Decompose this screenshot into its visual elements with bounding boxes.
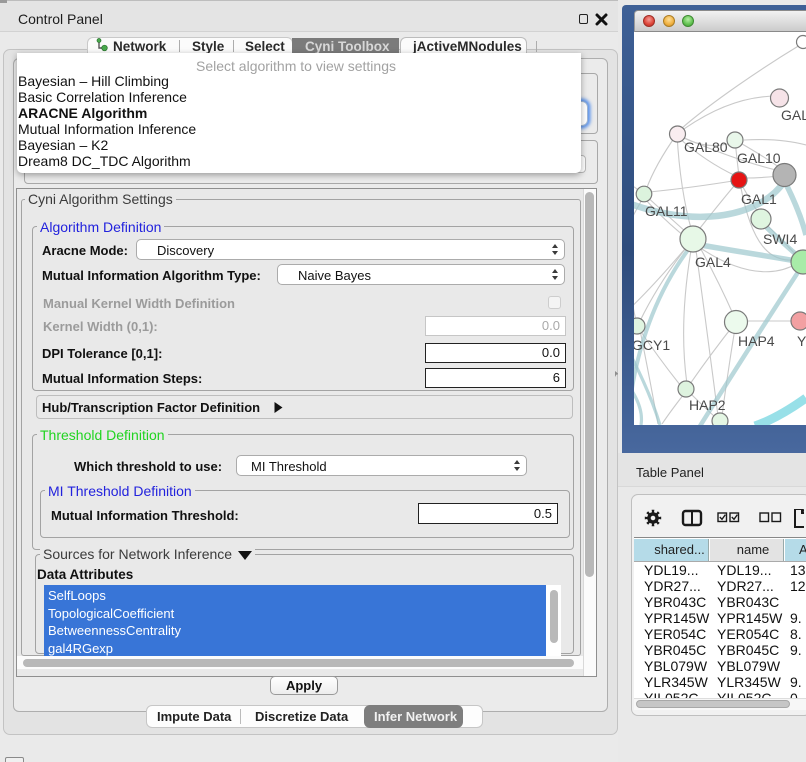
svg-text:HAP4: HAP4 xyxy=(738,333,775,349)
svg-text:GAL1: GAL1 xyxy=(741,191,777,207)
svg-text:GAL4: GAL4 xyxy=(695,254,731,270)
svg-text:GAL80: GAL80 xyxy=(684,139,728,155)
svg-text:HAP2: HAP2 xyxy=(689,397,726,413)
svg-text:GCY1: GCY1 xyxy=(634,337,670,353)
svg-text:GAL10: GAL10 xyxy=(737,150,781,166)
svg-text:SWI4: SWI4 xyxy=(763,231,797,247)
svg-text:GAL7: GAL7 xyxy=(781,107,806,123)
svg-text:Y: Y xyxy=(797,333,806,349)
svg-text:GAL11: GAL11 xyxy=(645,203,688,219)
